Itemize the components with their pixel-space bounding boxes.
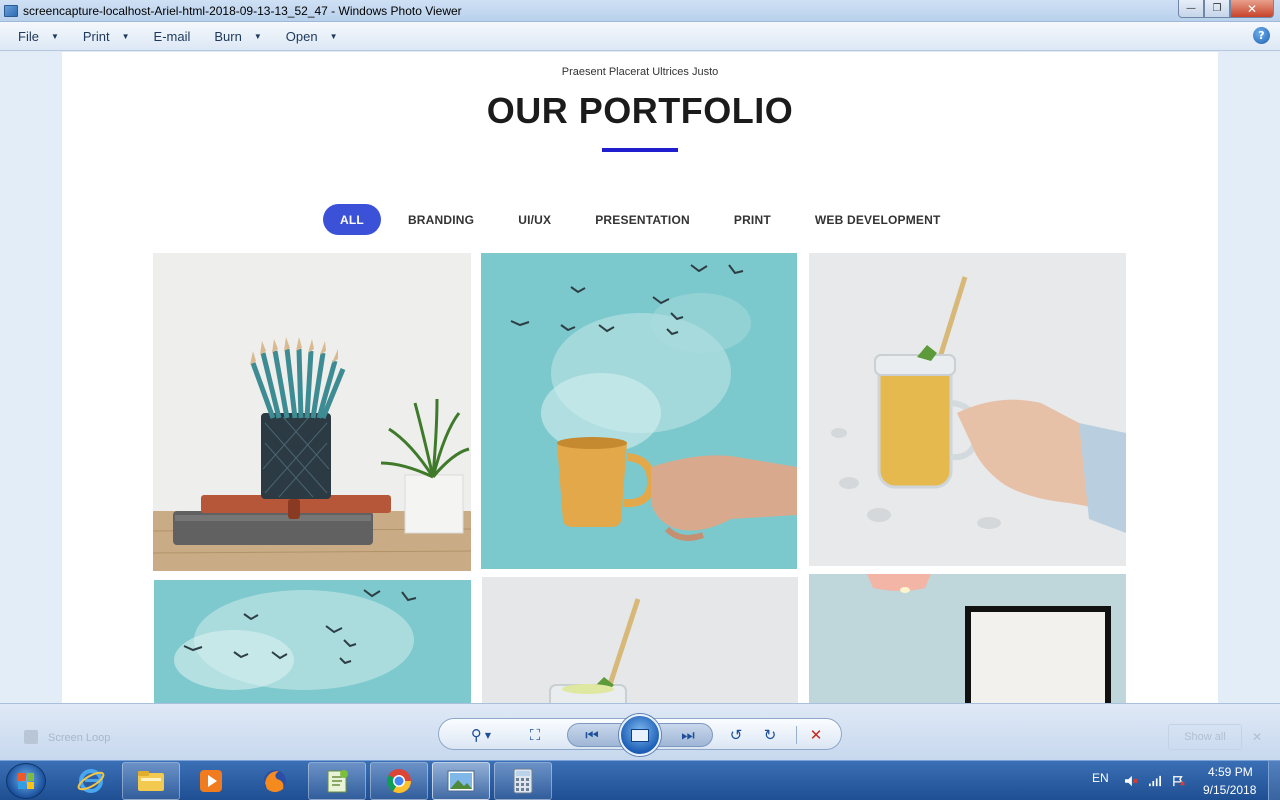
- taskbar-chrome[interactable]: [370, 762, 428, 800]
- window-controls: — ❐ ✕: [1178, 0, 1274, 18]
- delete-icon: ✕: [809, 726, 823, 744]
- portfolio-item-smoothie-2[interactable]: [482, 577, 798, 703]
- filter-branding[interactable]: BRANDING: [391, 204, 491, 235]
- photo-viewer-icon: [447, 770, 475, 792]
- minimize-icon: —: [1186, 3, 1196, 14]
- menu-email[interactable]: E-mail: [146, 29, 191, 44]
- rotate-ccw-icon: ↺: [729, 726, 743, 744]
- filter-presentation[interactable]: PRESENTATION: [578, 204, 707, 235]
- portfolio-item-coffee[interactable]: [481, 253, 797, 569]
- smoothie-jar-straw-image: [482, 577, 798, 703]
- taskbar-calculator[interactable]: [494, 762, 552, 800]
- taskbar-media-player[interactable]: [182, 762, 240, 800]
- section-heading: OUR PORTFOLIO: [486, 90, 794, 131]
- restore-icon: ❐: [1212, 3, 1222, 14]
- calculator-icon: [513, 768, 533, 794]
- rotate-cw-icon: ↻: [763, 726, 777, 744]
- chevron-down-icon[interactable]: ▼: [330, 32, 338, 41]
- taskbar-preview-icon: [24, 730, 38, 744]
- window-title: screencapture-localhost-Ariel-html-2018-…: [23, 3, 462, 18]
- folder-icon: [138, 771, 164, 791]
- delete-button[interactable]: ✕: [806, 726, 826, 744]
- chevron-down-icon[interactable]: ▼: [254, 32, 262, 41]
- ghost-label: Screen Loop: [48, 732, 111, 744]
- close-icon: ✕: [1246, 1, 1258, 16]
- language-indicator[interactable]: EN: [1092, 771, 1109, 785]
- photo-viewer-app-icon: [4, 4, 18, 17]
- media-player-icon: [200, 770, 222, 792]
- firefox-icon: [264, 770, 286, 792]
- windows-taskbar: EN 4:59 PM 9/15/2018: [0, 760, 1280, 800]
- show-desktop-button[interactable]: [1268, 761, 1280, 800]
- filter-print[interactable]: PRINT: [717, 204, 788, 235]
- smoothie-jar-hand-image: [809, 253, 1126, 566]
- menu-bar: File ▼ Print ▼ E-mail Burn ▼ Open ▼ ?: [0, 22, 1280, 51]
- volume-muted-icon[interactable]: [1124, 775, 1138, 787]
- taskbar-file-explorer[interactable]: [122, 762, 180, 800]
- viewer-toolbar: Screen Loop Show all ✕ ⚲ ▼ ⛶ ⏮ ⏭ ↺ ↻ ✕: [0, 703, 1280, 760]
- filter-web-development[interactable]: WEB DEVELOPMENT: [798, 204, 958, 235]
- heading-underline: [602, 148, 678, 152]
- action-center-flag-icon[interactable]: [1172, 775, 1186, 787]
- menu-print[interactable]: Print ▼: [75, 29, 130, 44]
- windows-logo-icon: [18, 773, 34, 789]
- zoom-icon: ⚲: [470, 726, 482, 744]
- clock-date[interactable]: 9/15/2018: [1203, 783, 1256, 797]
- menu-print-label: Print: [82, 28, 110, 44]
- lamp-picture-frame-image: [809, 574, 1126, 703]
- start-button[interactable]: [6, 763, 46, 799]
- taskbar-firefox[interactable]: [246, 762, 304, 800]
- chevron-down-icon[interactable]: ▼: [51, 32, 59, 41]
- close-window-button[interactable]: ✕: [1230, 0, 1274, 18]
- rotate-clockwise-button[interactable]: ↻: [760, 726, 780, 744]
- network-signal-icon[interactable]: [1148, 775, 1162, 787]
- portfolio-item-frame[interactable]: [809, 574, 1126, 703]
- filter-all[interactable]: ALL: [323, 204, 381, 235]
- menu-burn[interactable]: Burn ▼: [206, 29, 261, 44]
- zoom-button[interactable]: ⚲ ▼: [466, 726, 496, 744]
- previous-button[interactable]: ⏮: [580, 726, 604, 744]
- minimize-button[interactable]: —: [1178, 0, 1204, 18]
- menu-open[interactable]: Open ▼: [278, 29, 338, 44]
- title-bar: screencapture-localhost-Ariel-html-2018-…: [0, 0, 1280, 22]
- rotate-counterclockwise-button[interactable]: ↺: [726, 726, 746, 744]
- menu-file-label: File: [18, 28, 39, 44]
- fit-window-icon: ⛶: [529, 726, 541, 744]
- next-button[interactable]: ⏭: [676, 726, 700, 744]
- maximize-button[interactable]: ❐: [1204, 0, 1230, 18]
- portfolio-item-pencils[interactable]: [153, 253, 471, 571]
- birds-clouds-image: [154, 580, 471, 703]
- slideshow-button[interactable]: [619, 714, 661, 756]
- menu-email-label: E-mail: [153, 28, 191, 44]
- portfolio-item-birds[interactable]: [154, 580, 471, 703]
- toolbar-separator: [796, 726, 797, 744]
- internet-explorer-icon: [77, 769, 105, 793]
- clock-time[interactable]: 4:59 PM: [1208, 765, 1253, 779]
- menu-file[interactable]: File ▼: [10, 29, 59, 44]
- pencils-notebook-plant-image: [153, 253, 471, 571]
- portfolio-page: Praesent Placerat Ultrices Justo OUR POR…: [62, 52, 1218, 703]
- zoom-dropdown-icon: ▼: [484, 730, 492, 740]
- image-viewport[interactable]: Praesent Placerat Ultrices Justo OUR POR…: [0, 52, 1280, 703]
- section-subtitle: Praesent Placerat Ultrices Justo: [561, 66, 719, 78]
- taskbar-internet-explorer[interactable]: [62, 762, 120, 800]
- previous-icon: ⏮: [585, 726, 599, 744]
- help-icon[interactable]: ?: [1253, 27, 1270, 44]
- slideshow-icon: [631, 728, 649, 742]
- show-all-button: Show all: [1168, 724, 1242, 750]
- notepad-icon: [327, 770, 348, 793]
- taskbar-photo-viewer[interactable]: [432, 762, 490, 800]
- chevron-down-icon[interactable]: ▼: [122, 32, 130, 41]
- portfolio-item-smoothie[interactable]: [809, 253, 1126, 566]
- actual-size-button[interactable]: ⛶: [525, 726, 545, 744]
- portfolio-filters: ALL BRANDING UI/UX PRESENTATION PRINT WE…: [323, 204, 968, 235]
- next-icon: ⏭: [681, 726, 695, 744]
- menu-open-label: Open: [285, 28, 318, 44]
- menu-burn-label: Burn: [214, 28, 242, 44]
- coffee-cup-birds-image: [481, 253, 797, 569]
- filter-uiux[interactable]: UI/UX: [501, 204, 568, 235]
- chrome-icon: [386, 769, 411, 794]
- taskbar-notepad-plus[interactable]: [308, 762, 366, 800]
- ghost-close-icon: ✕: [1252, 730, 1263, 744]
